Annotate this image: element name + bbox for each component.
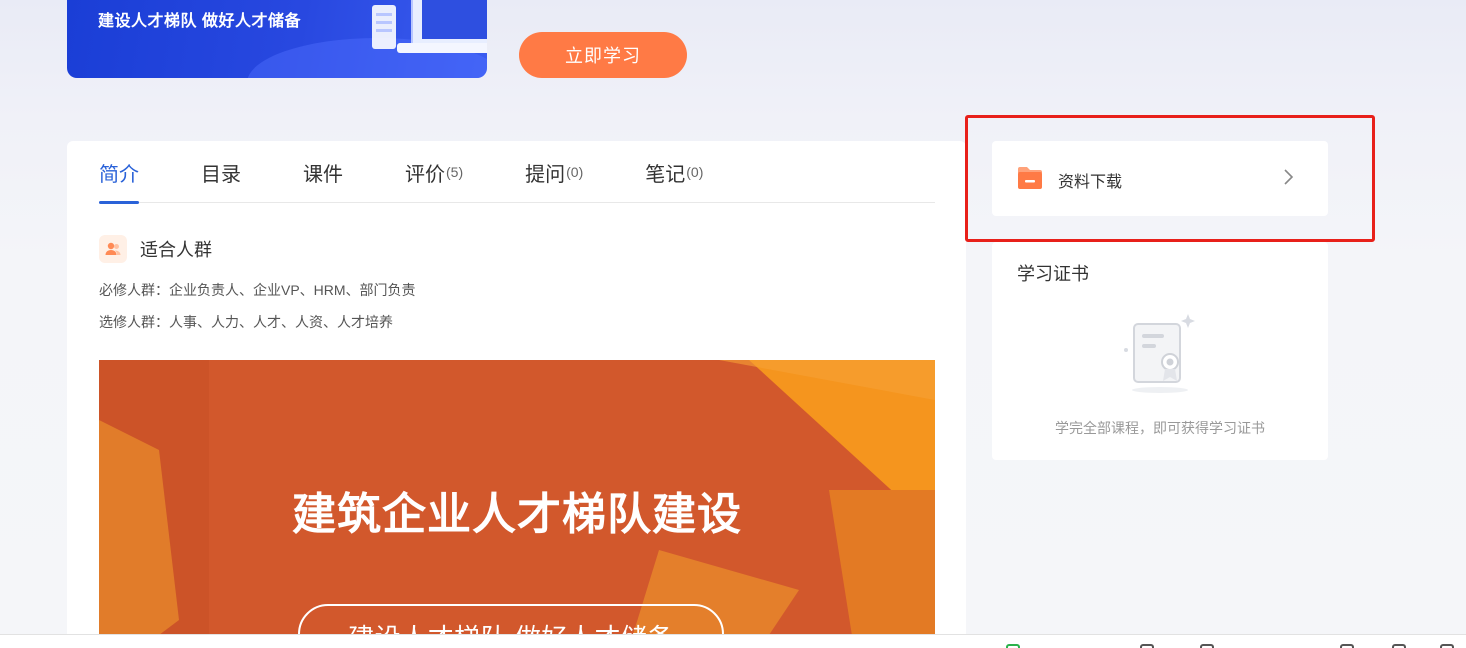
tab-notes[interactable]: 笔记 (0) (645, 141, 703, 203)
tab-label: 笔记 (645, 163, 686, 186)
tab-intro[interactable]: 简介 (99, 141, 139, 204)
chevron-right-icon (1284, 169, 1294, 185)
optional-audience-text: 选修人群：人事、人力、人才、人资、人才培养 (99, 314, 393, 330)
course-tabs: 简介 目录 课件 评价 (5) 提问 (0) 笔记 (0) (99, 141, 935, 204)
people-icon (99, 235, 127, 263)
tab-catalog[interactable]: 目录 (201, 141, 241, 203)
certificate-hint: 学完全部课程，即可获得学习证书 (1055, 420, 1265, 436)
certificate-card: 学习证书 学完全部课程，即可获得学习证书 (992, 242, 1328, 460)
certificate-icon (1124, 314, 1195, 393)
tab-courseware[interactable]: 课件 (303, 141, 343, 203)
course-banner: 建设人才梯队 做好人才储备 (67, 0, 487, 78)
tab-label: 提问 (525, 163, 566, 186)
start-learning-button[interactable]: 立即学习 (519, 32, 687, 78)
toolbar-icon[interactable] (1392, 644, 1406, 648)
certificate-title: 学习证书 (1017, 264, 1089, 284)
required-audience-text: 必修人群：企业负责人、企业VP、HRM、部门负责 (99, 282, 416, 298)
tab-label: 简介 (99, 163, 139, 186)
materials-download-item[interactable]: 资料下载 (992, 141, 1328, 216)
banner-slogan: 建设人才梯队 做好人才储备 (98, 13, 301, 30)
laptop-illustration-icon (372, 0, 487, 53)
tab-count: (0) (566, 164, 584, 180)
toolbar-icon[interactable] (1140, 644, 1154, 648)
folder-icon (1018, 167, 1042, 189)
course-poster-image: 建筑企业人才梯队建设 建设人才梯队 做好人才储备 (99, 360, 935, 648)
poster-title: 建筑企业人才梯队建设 (292, 490, 742, 539)
download-label: 资料下载 (1058, 174, 1123, 191)
toolbar-icon[interactable] (1340, 644, 1354, 648)
tab-label: 课件 (303, 163, 343, 186)
tab-label: 目录 (201, 163, 241, 186)
browser-bottom-toolbar (0, 634, 1466, 648)
audience-section-header: 适合人群 (99, 235, 212, 263)
toolbar-icon[interactable] (1440, 644, 1454, 648)
tab-count: (0) (686, 164, 704, 180)
tab-count: (5) (446, 164, 464, 180)
course-detail-card: 简介 目录 课件 评价 (5) 提问 (0) 笔记 (0) 适合人群 必修人群：… (67, 141, 966, 648)
tab-reviews[interactable]: 评价 (5) (405, 141, 463, 203)
toolbar-icon[interactable] (1006, 644, 1020, 648)
tab-questions[interactable]: 提问 (0) (525, 141, 583, 203)
toolbar-icon[interactable] (1200, 644, 1214, 648)
tab-label: 评价 (405, 163, 445, 186)
section-title: 适合人群 (140, 240, 212, 260)
